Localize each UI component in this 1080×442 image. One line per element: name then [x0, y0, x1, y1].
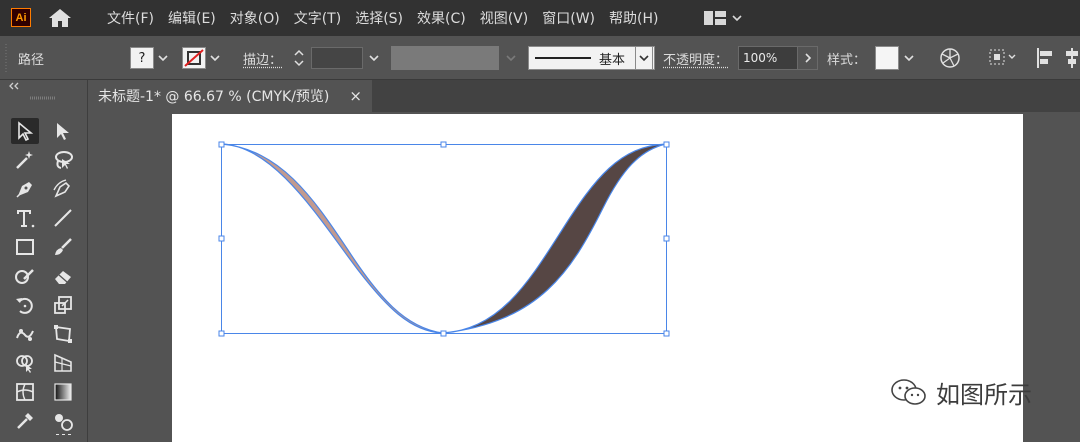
- handle-bottom-left[interactable]: [219, 331, 224, 336]
- handle-middle-right[interactable]: [664, 236, 669, 241]
- handle-top-left[interactable]: [219, 142, 224, 147]
- right-ribbon-path[interactable]: [443, 144, 666, 333]
- left-ribbon-outline: [222, 144, 443, 333]
- handle-middle-left[interactable]: [219, 236, 224, 241]
- handle-top-center[interactable]: [441, 142, 446, 147]
- watermark-text: 如图所示: [936, 375, 1032, 410]
- handle-top-right[interactable]: [664, 142, 669, 147]
- wechat-icon: [890, 378, 928, 408]
- selection-bounding-box[interactable]: [222, 145, 667, 334]
- handle-bottom-center[interactable]: [441, 331, 446, 336]
- watermark: 如图所示: [890, 375, 1032, 410]
- handle-bottom-right[interactable]: [664, 331, 669, 336]
